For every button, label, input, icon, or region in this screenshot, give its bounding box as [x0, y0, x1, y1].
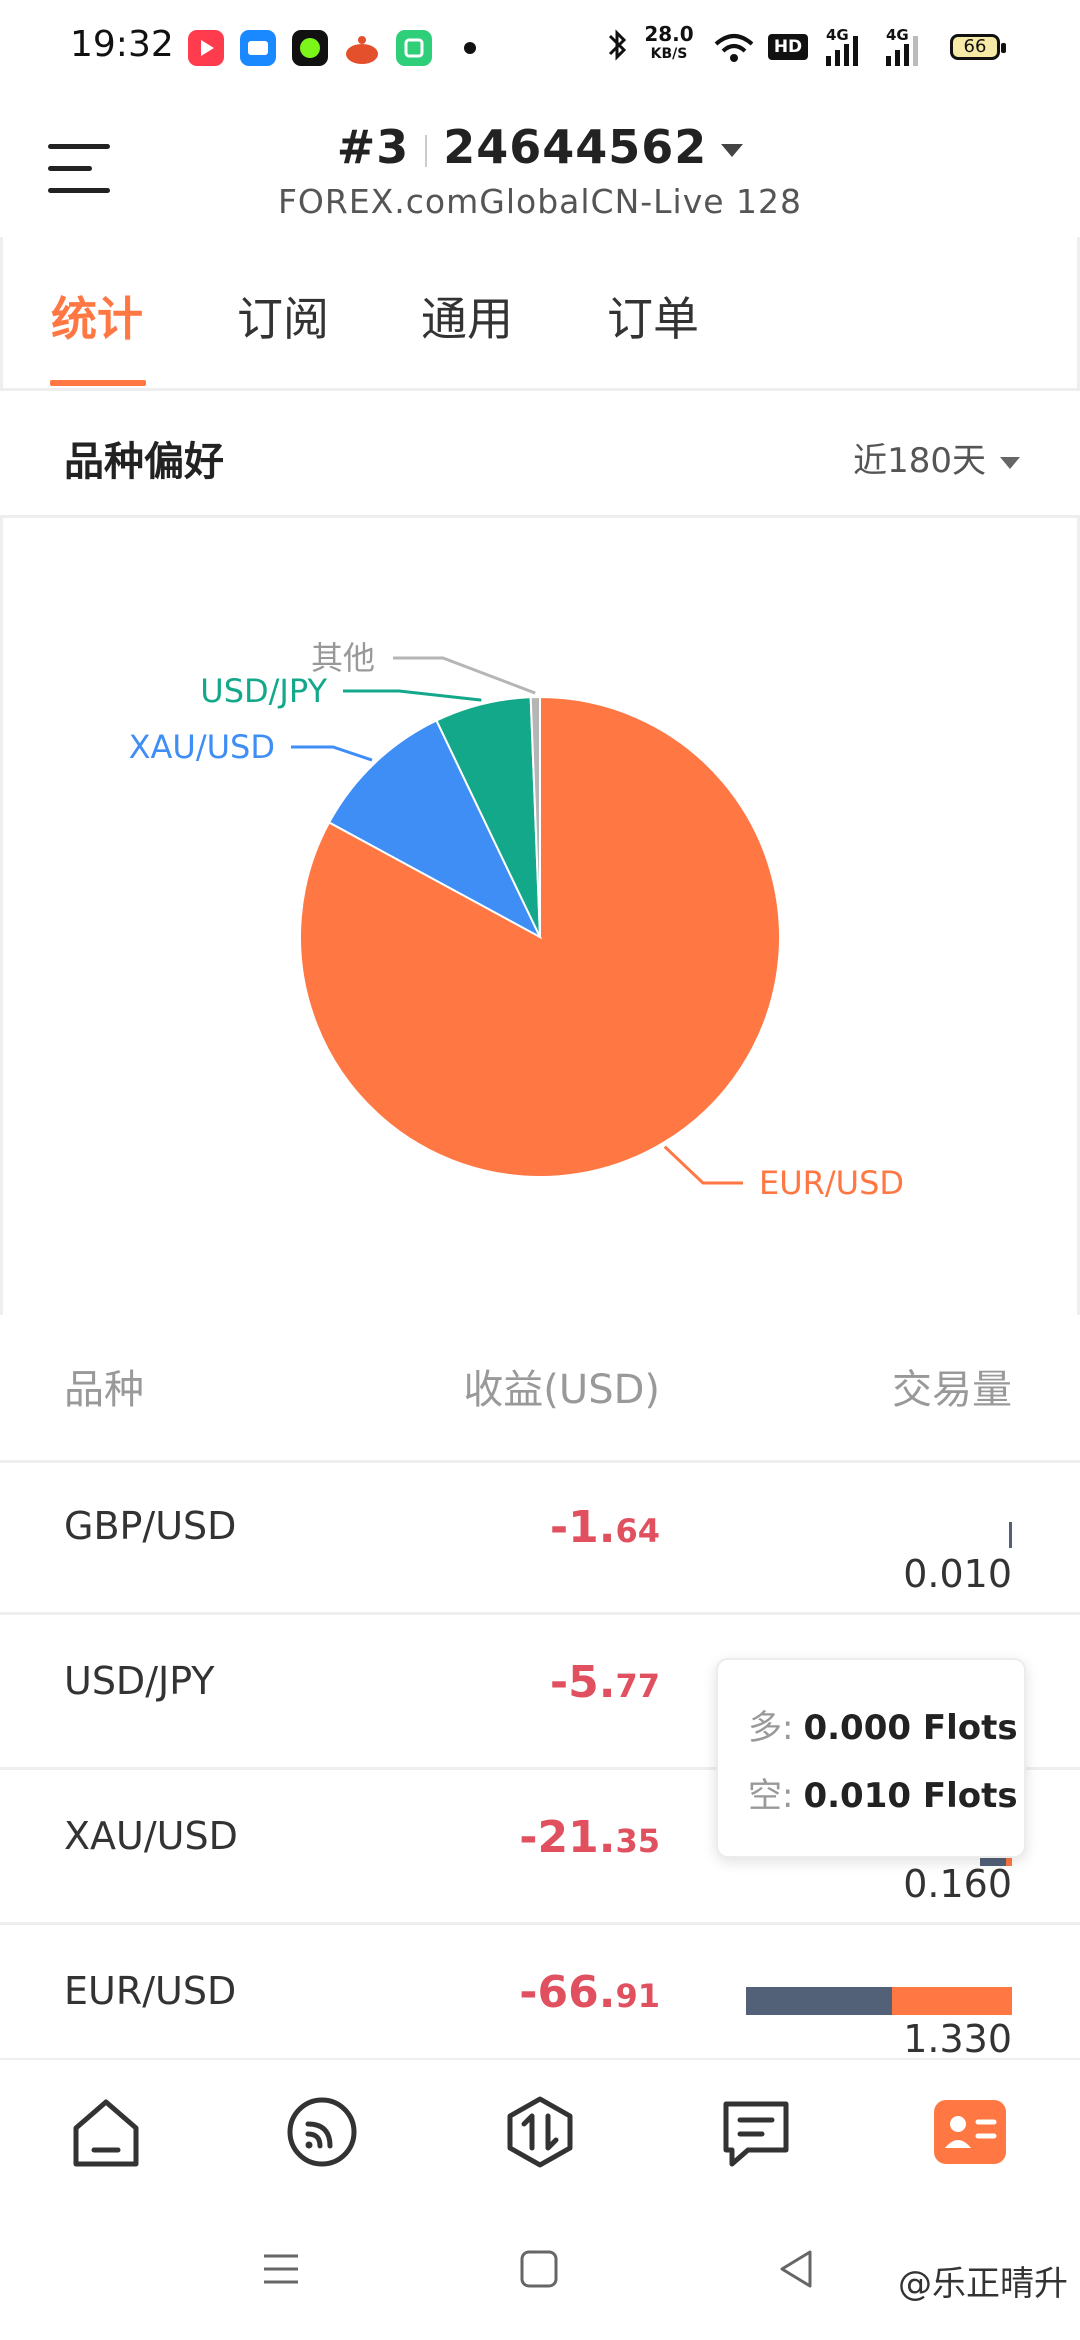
section-title: 品种偏好 [64, 439, 224, 485]
red-app-icon [344, 30, 380, 66]
pie-chart: EUR/USD XAU/USD USD/JPY其他 [129, 639, 904, 1202]
row-volume: 0.010 [903, 1552, 1012, 1596]
header-volume: 交易量 [892, 1367, 1012, 1413]
row-profit: -21.35 [519, 1812, 660, 1863]
server-name: FOREX.comGlobalCN-Live 128 [277, 182, 803, 221]
time-range-label: 近180天 [853, 441, 986, 481]
symbol-preference-header: 品种偏好 近180天 [0, 391, 1080, 518]
table-header: 品种 收益(USD) 交易量 [0, 1315, 1080, 1463]
dropdown-caret-icon [721, 144, 744, 157]
volume-bar [746, 1987, 1012, 2015]
row-symbol: GBP/USD [64, 1504, 237, 1548]
volume-tooltip: 多: 0.000 Flots 空: 0.010 Flots [716, 1658, 1026, 1858]
pie-leader-line-2 [343, 689, 482, 702]
tooltip-long: 多: 0.000 Flots [748, 1708, 1018, 1748]
volume-bar [1009, 1522, 1012, 1548]
active-tab-indicator [50, 380, 146, 386]
tab-orders[interactable]: 订单 [607, 283, 699, 349]
row-symbol: USD/JPY [64, 1659, 215, 1703]
status-time: 19:32 [70, 24, 174, 65]
table-row[interactable]: EUR/USD -66.91 1.330 [0, 1925, 1080, 2080]
pie-label-1: XAU/USD [129, 728, 275, 766]
bluetooth-icon [608, 29, 627, 61]
trade-icon[interactable] [502, 2094, 578, 2170]
table-row[interactable]: GBP/USD -1.64 0.010 [0, 1460, 1080, 1615]
tooltip-short: 空: 0.010 Flots [748, 1776, 1018, 1816]
store-app-icon [396, 30, 432, 66]
app-screen: 19:32 28.0 KB/S HD 4G 4G 66 #3 24644562 … [0, 0, 1080, 2340]
home-icon[interactable] [68, 2094, 144, 2170]
pie-label-2: USD/JPY [200, 672, 327, 710]
profile-icon[interactable] [932, 2094, 1008, 2170]
battery-indicator: 66 [950, 34, 1006, 60]
dropdown-caret-icon [1000, 456, 1020, 469]
row-profit: -5.77 [549, 1657, 660, 1708]
header-profit: 收益(USD) [463, 1367, 660, 1413]
pie-chart-area: EUR/USD XAU/USD USD/JPY 其他 [0, 515, 1080, 1315]
row-volume: 1.330 [903, 2017, 1012, 2061]
long-volume-bar [746, 1987, 892, 2015]
account-header: #3 24644562 FOREX.comGlobalCN-Live 128 [0, 92, 1080, 237]
pie-leader-line-0 [663, 1145, 743, 1185]
back-icon[interactable] [776, 2248, 818, 2290]
account-index: #3 [336, 120, 410, 174]
header-symbol: 品种 [64, 1367, 144, 1413]
account-selector[interactable]: #3 24644562 [0, 120, 1080, 174]
message-app-icon [240, 30, 276, 66]
green-app-icon [292, 30, 328, 66]
home-button-icon[interactable] [518, 2248, 560, 2290]
signal-icon-1 [826, 36, 858, 66]
status-bar: 19:32 28.0 KB/S HD 4G 4G 66 [0, 0, 1080, 92]
pie-leader-line-1 [291, 745, 373, 762]
pie-label-3: 其他 [311, 639, 375, 677]
short-volume-bar [892, 1987, 1012, 2015]
row-symbol: XAU/USD [64, 1814, 238, 1858]
row-profit: -66.91 [519, 1967, 660, 2018]
system-navigation-bar: @乐正晴升 [0, 2198, 1080, 2340]
time-range-selector[interactable]: 近180天 [853, 433, 1020, 482]
account-number: 24644562 [443, 120, 708, 174]
watermark: @乐正晴升 [898, 2264, 1068, 2304]
pie-label-0: EUR/USD [759, 1164, 904, 1202]
row-profit: -1.64 [549, 1502, 660, 1553]
feed-icon[interactable] [284, 2094, 360, 2170]
tab-bar: 统计 订阅 通用 订单 [0, 237, 1080, 391]
pie-leader-line-3 [393, 656, 536, 695]
hd-badge: HD [768, 34, 808, 60]
row-symbol: EUR/USD [64, 1969, 237, 2013]
tab-subscribe[interactable]: 订阅 [237, 283, 329, 349]
network-speed: 28.0 KB/S [644, 22, 694, 62]
bottom-navigation [0, 2058, 1080, 2200]
row-volume: 0.160 [903, 1862, 1012, 1906]
video-app-icon [188, 30, 224, 66]
tab-general[interactable]: 通用 [421, 283, 513, 349]
notification-dot [464, 42, 476, 54]
wifi-icon [714, 34, 754, 62]
signal-icon-2 [886, 36, 918, 66]
notes-icon[interactable] [718, 2094, 794, 2170]
recent-apps-icon[interactable] [260, 2248, 302, 2290]
tab-statistics[interactable]: 统计 [51, 283, 143, 349]
